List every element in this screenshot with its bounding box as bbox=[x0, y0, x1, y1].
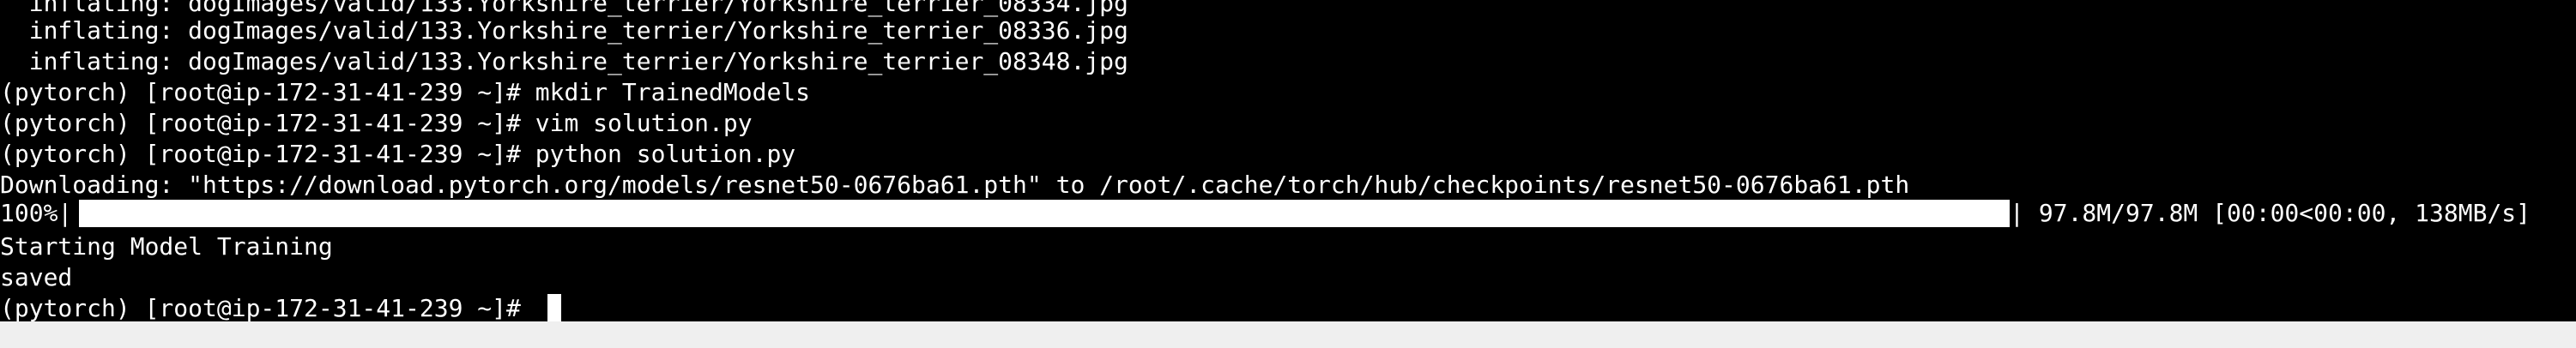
progress-bar-end: | bbox=[2010, 199, 2024, 227]
output-line-inflating-2: inflating: dogImages/valid/133.Yorkshire… bbox=[0, 16, 1128, 45]
output-line-inflating-3: inflating: dogImages/valid/133.Yorkshire… bbox=[0, 47, 1128, 75]
shell-prompt: (pytorch) [root@ip-172-31-41-239 ~]# bbox=[0, 294, 535, 321]
progress-bar-fill bbox=[79, 200, 2010, 227]
command-line-python: (pytorch) [root@ip-172-31-41-239 ~]# pyt… bbox=[0, 140, 796, 168]
progress-percent: 100%| bbox=[0, 199, 73, 227]
command-line-mkdir: (pytorch) [root@ip-172-31-41-239 ~]# mkd… bbox=[0, 78, 811, 106]
output-line-training: Starting Model Training bbox=[0, 232, 333, 261]
download-progress: 100%| | 97.8M/97.8M [00:00<00:00, 138MB/… bbox=[0, 198, 2576, 229]
window-bottom-strip bbox=[0, 321, 2576, 348]
prompt-line[interactable]: (pytorch) [root@ip-172-31-41-239 ~]# bbox=[0, 293, 561, 321]
progress-stats: 97.8M/97.8M [00:00<00:00, 138MB/s] bbox=[2024, 199, 2531, 227]
terminal-window[interactable]: inflating: dogImages/valid/133.Yorkshire… bbox=[0, 0, 2576, 321]
command-line-vim: (pytorch) [root@ip-172-31-41-239 ~]# vim… bbox=[0, 109, 753, 137]
text-cursor bbox=[547, 294, 561, 321]
output-line-saved: saved bbox=[0, 263, 73, 291]
download-line: Downloading: "https://download.pytorch.o… bbox=[0, 171, 1910, 199]
progress-bar-track bbox=[79, 200, 2010, 227]
